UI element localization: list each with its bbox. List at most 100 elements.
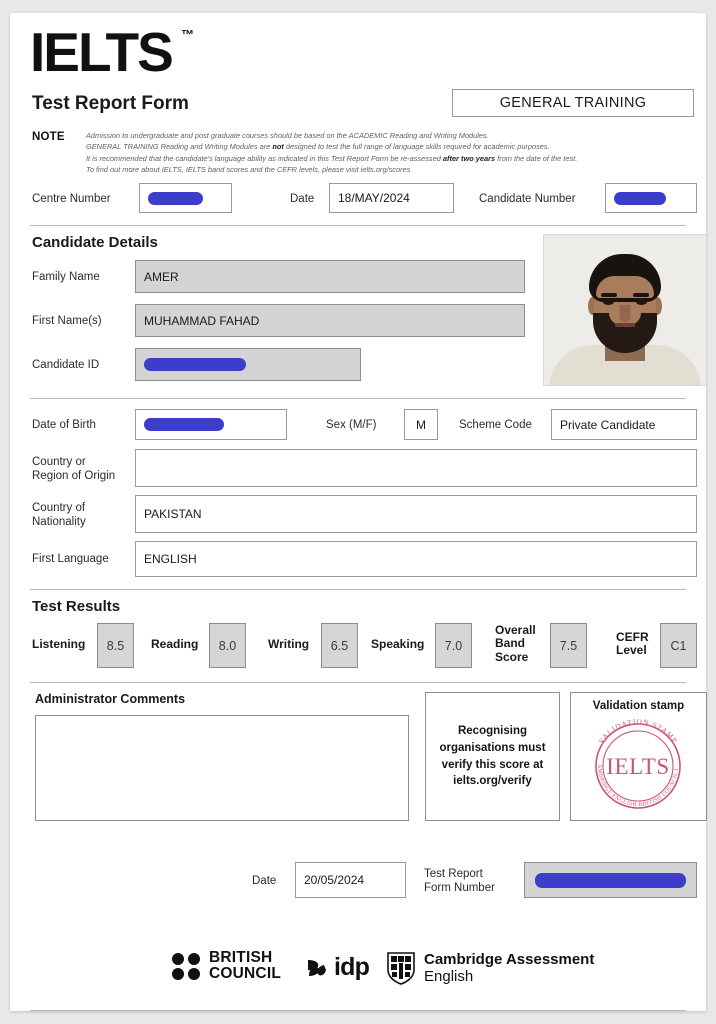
note-line-3: It is recommended that the candidate's l… [86,153,578,163]
country-nationality-field[interactable]: PAKISTAN [135,495,697,533]
british-council-dots-icon [172,953,202,981]
centre-number-field[interactable] [139,183,232,213]
candidate-photo [543,234,707,386]
family-name-field[interactable]: AMER [135,260,525,293]
divider-bottom [30,1010,686,1011]
administrator-comments-label: Administrator Comments [35,692,186,706]
issue-date-field[interactable]: 20/05/2024 [295,862,406,898]
idp-leaf-icon [308,959,326,976]
svg-text:VALIDATION STAMP: VALIDATION STAMP [597,718,679,745]
candidate-number-field[interactable] [605,183,697,213]
family-name-label: Family Name [32,271,100,283]
photo-nose [619,305,631,322]
module-type-box: GENERAL TRAINING [452,89,694,117]
page-title: Test Report Form [32,93,189,114]
form-number-redaction [535,872,686,888]
note-body: Admission to undergraduate and post grad… [86,130,686,175]
score-value-overall: 7.5 [550,623,587,668]
first-names-field[interactable]: MUHAMMAD FAHAD [135,304,525,337]
country-origin-field[interactable] [135,449,697,487]
test-date-label: Date [290,193,315,205]
first-names-label: First Name(s) [32,315,102,327]
score-label-speaking: Speaking [371,637,425,651]
divider-comments [30,682,686,683]
score-value-reading: 8.0 [209,623,246,668]
country-origin-row: Country or Region of Origin [24,449,697,489]
candidate-details-section: Candidate Details Family Name AMER First… [24,234,707,392]
country-nationality-row: Country of Nationality PAKISTAN [24,495,697,535]
candidate-id-label: Candidate ID [32,359,100,371]
scheme-code-field[interactable]: Private Candidate [551,409,697,440]
score-label-overall: Overall Band Score [495,623,536,664]
score-value-listening: 8.5 [97,623,134,668]
brand-header: IELTS ™ [24,23,692,85]
note-section: NOTE Admission to undergraduate and post… [24,131,692,174]
issue-date-label: Date [252,875,277,887]
header-fields-row: Centre Number Date 18/MAY/2024 Candidate… [24,183,697,217]
photo-eye-left [603,299,614,305]
test-results-section: Test Results Listening 8.5 Reading 8.0 W… [24,598,697,682]
centre-number-label: Centre Number [32,193,111,205]
candidate-number-label: Candidate Number [479,193,576,205]
score-label-cefr: CEFR Level [616,630,649,658]
validation-stamp-icon: VALIDATION STAMP CAMBRIDGE ENGLISH BRITI… [569,708,681,809]
validation-stamp-title: Validation stamp [592,700,685,712]
title-row: Test Report Form GENERAL TRAINING [24,89,694,125]
test-results-heading: Test Results [32,598,121,615]
form-number-label: Test Report Form Number [424,868,495,895]
date-of-birth-field[interactable] [135,409,287,440]
idp-logo: idp [304,953,370,982]
form-content: IELTS ™ Test Report Form GENERAL TRAININ… [24,23,707,1011]
ielts-logo: IELTS [30,21,174,83]
photo-eyebrow-left [601,293,617,297]
candidate-id-field[interactable] [135,348,361,381]
sex-field[interactable]: M [404,409,438,440]
idp-text: idp [334,953,370,981]
footer-fields-row: Date 20/05/2024 Test Report Form Number [24,862,697,900]
candidate-number-redaction [614,191,666,205]
score-label-listening: Listening [32,637,86,651]
british-council-text: BRITISH COUNCIL [209,949,282,983]
cambridge-assessment-text: Cambridge Assessment English [424,951,595,986]
photo-eyebrow-right [633,293,649,297]
centre-number-redaction [148,191,203,205]
score-label-reading: Reading [151,637,199,651]
country-origin-label: Country or Region of Origin [32,456,116,483]
candidate-details-heading: Candidate Details [32,234,158,251]
administrator-section: Administrator Comments Recognising organ… [24,692,707,826]
score-value-cefr: C1 [660,623,697,668]
first-language-field[interactable]: ENGLISH [135,541,697,577]
svg-text:IELTS: IELTS [606,754,670,779]
dob-row: Date of Birth Sex (M/F) M Scheme Code Pr… [24,409,697,443]
verify-notice: Recognising organisations must verify th… [425,692,560,821]
score-value-writing: 6.5 [321,623,358,668]
candidate-id-redaction [144,358,246,371]
score-label-writing: Writing [268,637,310,651]
date-of-birth-label: Date of Birth [32,419,96,431]
form-number-field[interactable] [524,862,697,898]
divider-results [30,589,686,590]
note-label: NOTE [32,131,65,143]
partner-logos: BRITISH COUNCIL idp Cambridge Assessment… [24,946,692,992]
note-line-4: To find out more about IELTS, IELTS band… [86,164,411,174]
score-value-speaking: 7.0 [435,623,472,668]
trademark-icon: ™ [181,27,194,42]
photo-eye-right [636,299,647,305]
administrator-comments-field[interactable] [35,715,409,821]
photo-mouth [615,323,635,327]
test-report-form-page: IELTS ™ Test Report Form GENERAL TRAININ… [10,13,707,1011]
british-council-logo: BRITISH COUNCIL [172,949,282,983]
cambridge-assessment-logo: Cambridge Assessment English [386,951,594,985]
cambridge-shield-icon [387,952,415,985]
date-of-birth-redaction [144,418,224,431]
divider-top [30,225,686,226]
test-date-field[interactable]: 18/MAY/2024 [329,183,454,213]
note-line-1: Admission to undergraduate and post grad… [86,131,489,140]
validation-stamp-box: Validation stamp VALIDATION STAMP CAMBRI… [569,692,707,821]
country-nationality-label: Country of Nationality [32,502,86,529]
first-language-row: First Language ENGLISH [24,541,697,579]
sex-label: Sex (M/F) [326,419,377,431]
scheme-code-label: Scheme Code [459,419,532,431]
first-language-label: First Language [32,553,109,565]
note-line-2: GENERAL TRAINING Reading and Writing Mod… [86,142,550,152]
